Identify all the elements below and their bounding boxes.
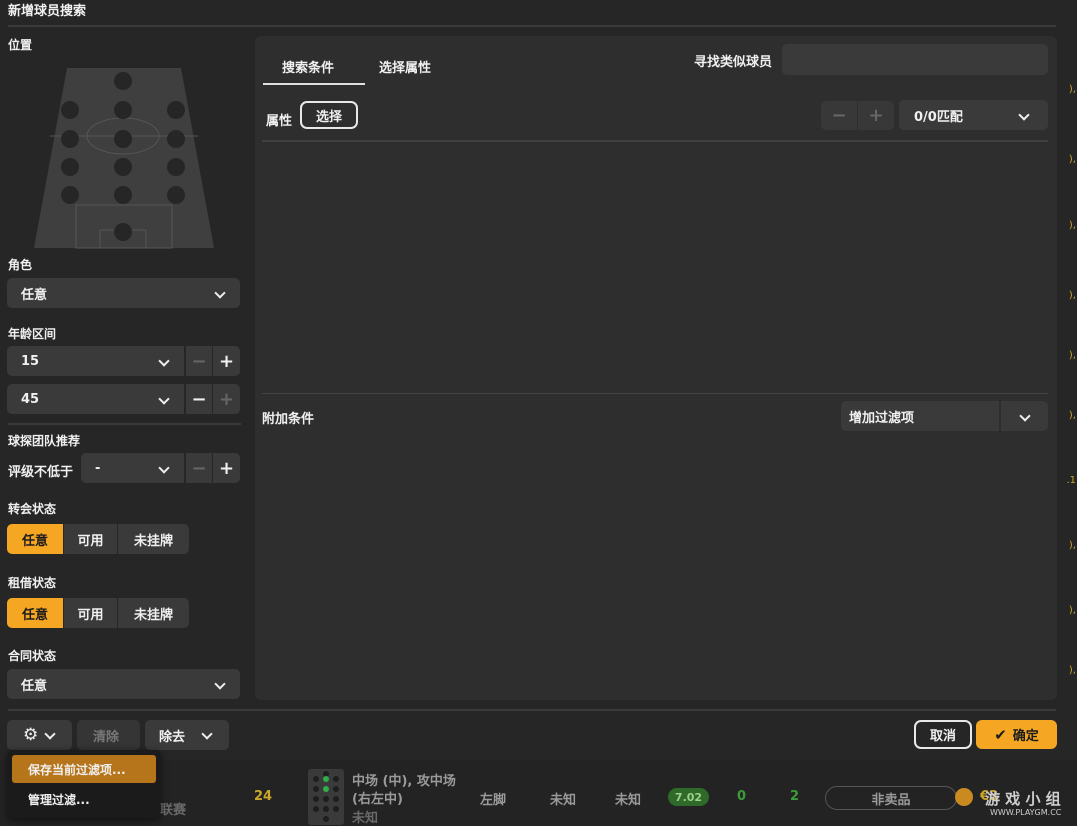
age-range-label: 年龄区间 — [8, 327, 57, 341]
role-select[interactable]: 任意 — [7, 278, 240, 308]
watermark-text: 游 戏 小 组 — [985, 790, 1061, 808]
role-value: 任意 — [21, 287, 48, 303]
stat-cell: 2 — [790, 789, 800, 804]
rating-increment-button[interactable]: + — [213, 453, 240, 483]
age-max-value: 45 — [21, 391, 40, 407]
rating-decrement-button[interactable]: − — [186, 453, 212, 483]
tab-search-criteria[interactable]: 搜索条件 — [282, 57, 334, 76]
cancel-button[interactable]: 取消 — [914, 720, 972, 749]
dialog-title: 新增球员搜索 — [8, 4, 87, 19]
contract-status-select[interactable]: 任意 — [7, 669, 240, 699]
new-player-search-dialog: 新增球员搜索 位置 角色 任意 年龄区间 15 − + 45 − + 球探团队推… — [0, 0, 1067, 760]
remove-label: 除去 — [159, 729, 186, 745]
stat-cell: 0 — [737, 789, 747, 804]
watermark-url: WWW.PLAYGM.CC — [990, 808, 1062, 817]
age-min-decrement-button[interactable]: − — [186, 346, 212, 376]
position-label: 位置 — [8, 38, 33, 52]
role-label: 角色 — [8, 258, 33, 272]
remove-menu-button[interactable]: 除去 — [145, 720, 229, 750]
contract-status-value: 任意 — [21, 678, 48, 694]
transfer-status-label: 转会状态 — [8, 502, 57, 516]
match-decrement-button[interactable]: − — [821, 101, 857, 130]
manage-filters-menu-item[interactable]: 管理过滤... — [12, 785, 156, 813]
loan-unlisted-option[interactable]: 未挂牌 — [118, 598, 189, 628]
mini-pitch-icon — [308, 769, 344, 825]
rating-min-label: 评级不低于 — [8, 465, 74, 480]
add-filter-select[interactable]: 增加过滤项 — [841, 401, 999, 431]
divider — [262, 393, 1048, 394]
rating-min-select[interactable]: - — [81, 453, 184, 483]
sale-status-tag: 非卖品 — [825, 786, 957, 810]
age-max-increment-button[interactable]: + — [213, 384, 240, 414]
age-min-increment-button[interactable]: + — [213, 346, 240, 376]
age-max-select[interactable]: 45 — [7, 384, 184, 414]
chevron-down-icon — [44, 728, 56, 740]
position-cell-line1: 中场 (中), 攻中场 — [352, 774, 456, 789]
age-min-value: 15 — [21, 353, 40, 369]
divider — [8, 423, 241, 425]
player-list-row[interactable]: 联赛 24 中场 (中), 攻中场 (右左中) 未知 左脚 未知 未知 7.02… — [0, 760, 1077, 826]
chevron-down-icon — [158, 355, 170, 367]
chevron-down-icon — [214, 287, 226, 299]
active-tab-indicator — [263, 83, 365, 85]
loan-any-option[interactable]: 任意 — [7, 598, 64, 628]
pitch-position-selector[interactable] — [34, 66, 214, 250]
transfer-any-option[interactable]: 任意 — [7, 524, 64, 554]
checkmark-icon: ✔ — [994, 725, 1007, 744]
scout-recommendation-label: 球探团队推荐 — [8, 434, 81, 448]
match-select[interactable]: 0/0匹配 — [899, 100, 1048, 130]
age-max-decrement-button[interactable]: − — [186, 384, 212, 414]
transfer-status-segmented: 任意 可用 未挂牌 — [7, 524, 189, 554]
settings-menu-button[interactable]: ⚙ — [7, 720, 72, 750]
find-similar-label: 寻找类似球员 — [694, 55, 773, 70]
transfer-unlisted-option[interactable]: 未挂牌 — [118, 524, 189, 554]
select-attributes-button[interactable]: 选择 — [300, 101, 358, 129]
chevron-down-icon — [1018, 109, 1030, 121]
divider — [262, 140, 1048, 142]
attributes-label: 属性 — [266, 114, 293, 129]
confirm-button[interactable]: ✔ 确定 — [976, 720, 1057, 749]
chevron-down-icon — [158, 393, 170, 405]
foot-cell: 左脚 — [480, 793, 507, 808]
contract-status-label: 合同状态 — [8, 649, 57, 663]
position-unknown: 未知 — [352, 811, 379, 826]
confirm-label: 确定 — [1012, 729, 1039, 744]
save-filter-menu-item[interactable]: 保存当前过滤项... — [12, 755, 156, 783]
chevron-down-icon — [158, 462, 170, 474]
watermark-logo-icon — [955, 788, 973, 806]
chevron-down-icon — [214, 678, 226, 690]
divider — [8, 25, 1056, 27]
match-value: 0/0匹配 — [914, 109, 963, 125]
loan-status-label: 租借状态 — [8, 576, 57, 590]
criteria-panel — [255, 36, 1057, 700]
league-cell: 联赛 — [160, 803, 187, 818]
filter-menu-popup: 保存当前过滤项... 管理过滤... — [8, 750, 160, 818]
chevron-down-icon — [1019, 410, 1031, 422]
divider — [8, 709, 1056, 711]
transfer-available-option[interactable]: 可用 — [64, 524, 118, 554]
add-filter-value: 增加过滤项 — [849, 410, 915, 426]
sale-status-label: 非卖品 — [871, 792, 911, 808]
unknown-cell: 未知 — [615, 793, 642, 808]
position-cell-line2: (右左中) — [352, 792, 403, 807]
gear-icon: ⚙ — [23, 724, 39, 745]
rating-badge: 7.02 — [668, 788, 709, 806]
chevron-down-icon — [201, 728, 213, 740]
extra-conditions-label: 附加条件 — [262, 412, 315, 427]
loan-status-segmented: 任意 可用 未挂牌 — [7, 598, 189, 628]
match-increment-button[interactable]: + — [858, 101, 894, 130]
age-cell: 24 — [254, 789, 273, 804]
unknown-cell: 未知 — [550, 793, 577, 808]
rating-min-value: - — [95, 460, 101, 476]
tab-select-attributes[interactable]: 选择属性 — [379, 57, 431, 76]
age-min-select[interactable]: 15 — [7, 346, 184, 376]
loan-available-option[interactable]: 可用 — [64, 598, 118, 628]
clear-button[interactable]: 清除 — [77, 720, 140, 750]
add-filter-dropdown-button[interactable] — [1001, 401, 1048, 431]
find-similar-input[interactable] — [782, 44, 1048, 75]
